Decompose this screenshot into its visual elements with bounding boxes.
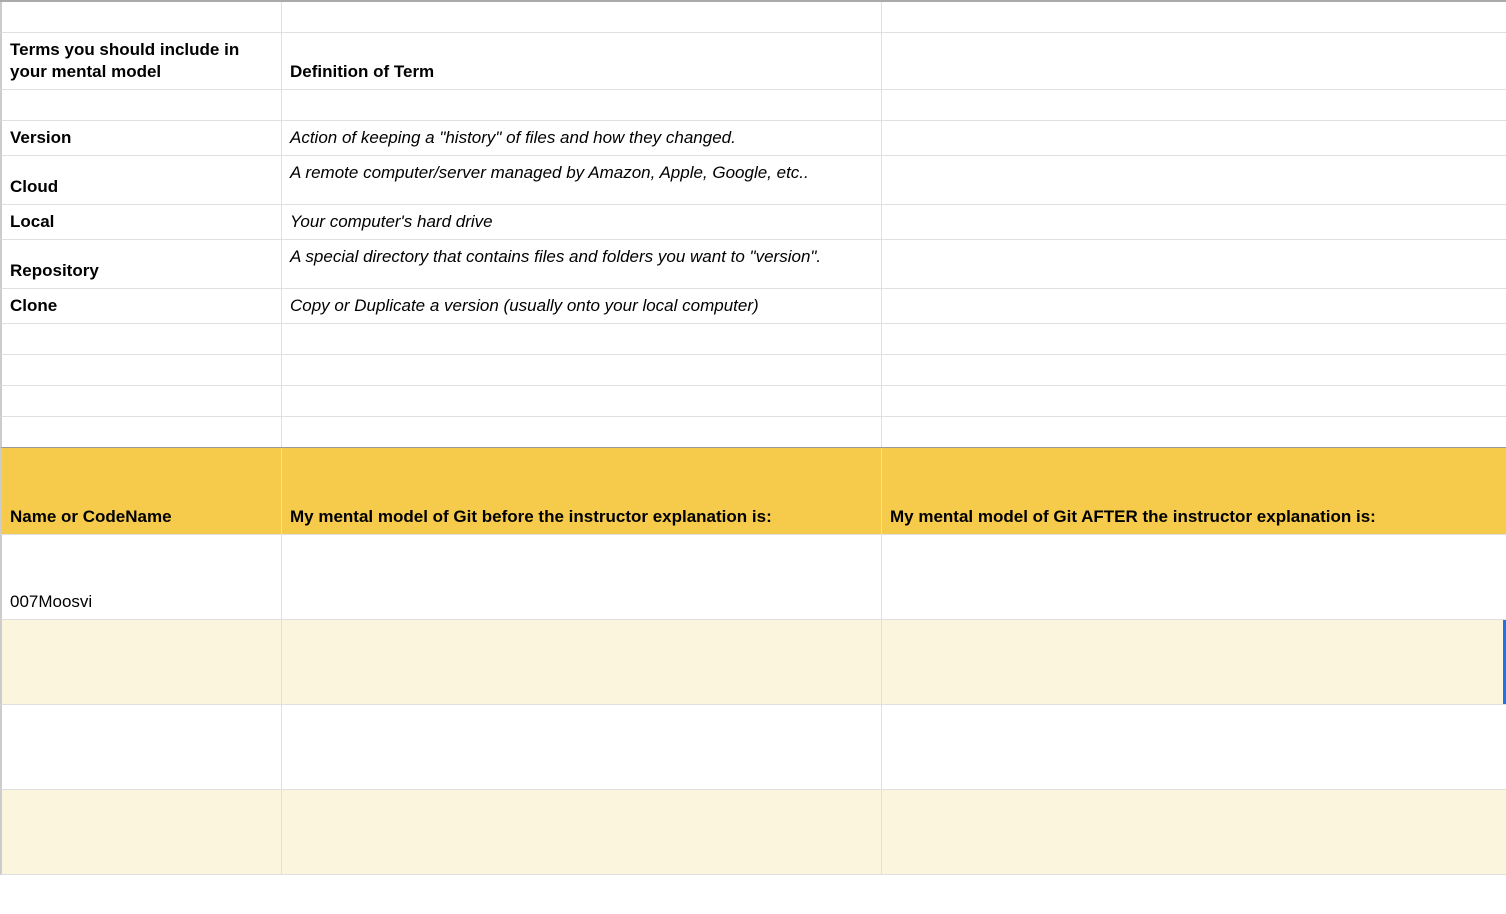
terms-header-row: Terms you should include in your mental …	[0, 33, 1506, 90]
empty-cell[interactable]	[2, 90, 282, 120]
entry-name-cell[interactable]: 007Moosvi	[2, 535, 282, 619]
empty-cell[interactable]	[2, 386, 282, 416]
term-row: Version Action of keeping a "history" of…	[0, 121, 1506, 156]
empty-cell[interactable]	[882, 2, 1506, 32]
spacer-row	[0, 324, 1506, 355]
spacer-row	[0, 90, 1506, 121]
section-header-c[interactable]: My mental model of Git AFTER the instruc…	[882, 448, 1506, 534]
term-def-cell[interactable]: Copy or Duplicate a version (usually ont…	[282, 289, 882, 323]
empty-cell[interactable]	[882, 205, 1506, 239]
empty-cell[interactable]	[882, 121, 1506, 155]
empty-cell[interactable]	[882, 90, 1506, 120]
terms-header-a[interactable]: Terms you should include in your mental …	[2, 33, 282, 89]
spacer-row	[0, 386, 1506, 417]
empty-cell[interactable]	[882, 324, 1506, 354]
term-name-cell[interactable]: Local	[2, 205, 282, 239]
entry-before-cell[interactable]	[282, 705, 882, 789]
entry-before-cell[interactable]	[282, 790, 882, 874]
entry-name-cell[interactable]	[2, 790, 282, 874]
empty-cell[interactable]	[2, 355, 282, 385]
term-name-cell[interactable]: Cloud	[2, 156, 282, 204]
section-header-row: Name or CodeName My mental model of Git …	[0, 448, 1506, 535]
empty-cell[interactable]	[282, 90, 882, 120]
empty-cell[interactable]	[282, 324, 882, 354]
terms-header-b[interactable]: Definition of Term	[282, 33, 882, 89]
entry-name-cell[interactable]	[2, 705, 282, 789]
entry-after-cell[interactable]	[882, 620, 1506, 704]
entry-row	[0, 705, 1506, 790]
empty-cell[interactable]	[882, 417, 1506, 447]
term-name-cell[interactable]: Version	[2, 121, 282, 155]
entry-before-cell[interactable]	[282, 620, 882, 704]
spacer-row	[0, 2, 1506, 33]
term-def-cell[interactable]: Action of keeping a "history" of files a…	[282, 121, 882, 155]
empty-cell[interactable]	[882, 156, 1506, 204]
empty-cell[interactable]	[282, 355, 882, 385]
entry-row	[0, 790, 1506, 875]
term-def-cell[interactable]: Your computer's hard drive	[282, 205, 882, 239]
entry-before-cell[interactable]	[282, 535, 882, 619]
section-header-b[interactable]: My mental model of Git before the instru…	[282, 448, 882, 534]
empty-cell[interactable]	[2, 2, 282, 32]
entry-row	[0, 620, 1506, 705]
entry-after-cell[interactable]	[882, 790, 1506, 874]
empty-cell[interactable]	[882, 355, 1506, 385]
empty-cell[interactable]	[282, 2, 882, 32]
entry-after-cell[interactable]	[882, 535, 1506, 619]
empty-cell[interactable]	[282, 417, 882, 447]
empty-cell[interactable]	[882, 289, 1506, 323]
term-row: Clone Copy or Duplicate a version (usual…	[0, 289, 1506, 324]
spacer-row	[0, 417, 1506, 448]
entry-name-cell[interactable]	[2, 620, 282, 704]
empty-cell[interactable]	[882, 386, 1506, 416]
term-name-cell[interactable]: Clone	[2, 289, 282, 323]
term-row: Cloud A remote computer/server managed b…	[0, 156, 1506, 205]
spacer-row	[0, 355, 1506, 386]
term-def-cell[interactable]: A special directory that contains files …	[282, 240, 882, 288]
entry-after-cell[interactable]	[882, 705, 1506, 789]
section-header-a[interactable]: Name or CodeName	[2, 448, 282, 534]
terms-header-c[interactable]	[882, 33, 1506, 89]
term-row: Repository A special directory that cont…	[0, 240, 1506, 289]
term-def-cell[interactable]: A remote computer/server managed by Amaz…	[282, 156, 882, 204]
entry-row: 007Moosvi	[0, 535, 1506, 620]
empty-cell[interactable]	[2, 417, 282, 447]
term-name-cell[interactable]: Repository	[2, 240, 282, 288]
spreadsheet-area: Terms you should include in your mental …	[0, 0, 1506, 875]
term-row: Local Your computer's hard drive	[0, 205, 1506, 240]
empty-cell[interactable]	[2, 324, 282, 354]
empty-cell[interactable]	[282, 386, 882, 416]
empty-cell[interactable]	[882, 240, 1506, 288]
